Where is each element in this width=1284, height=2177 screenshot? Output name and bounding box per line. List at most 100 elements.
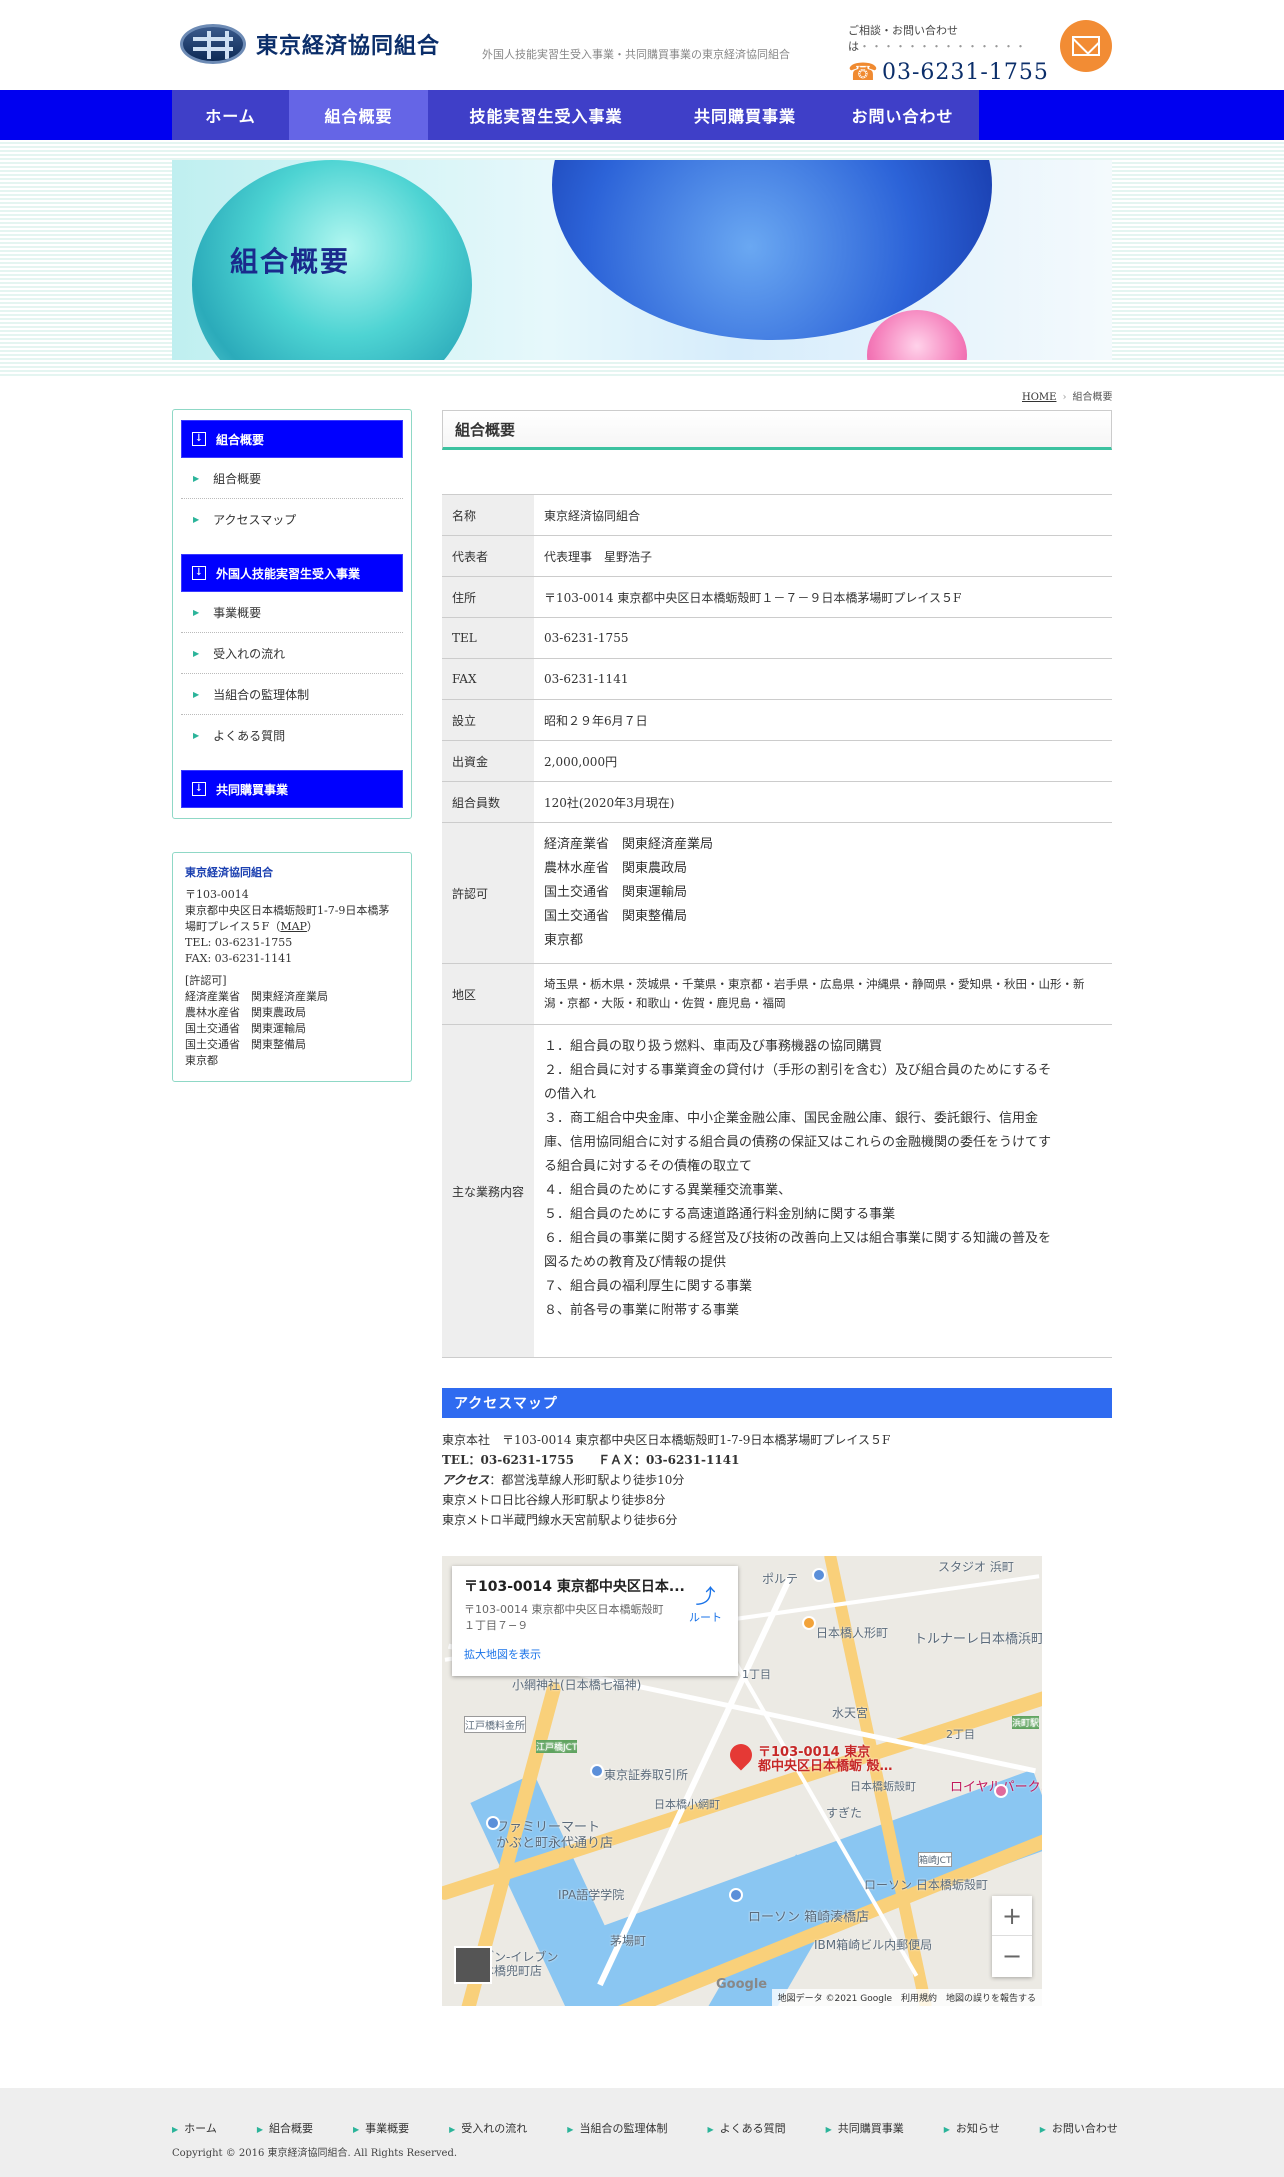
triangle-icon: ▶ [193,648,200,658]
info-map-link[interactable]: MAP [280,920,307,933]
nav-purchasing[interactable]: 共同購買事業 [664,90,826,140]
map-label: 小網神社(日本橋七福神) [512,1678,642,1692]
map-label: 水天宮 [832,1706,869,1720]
table-cell: 〒103-0014 東京都中央区日本橋蛎殻町１－７－９日本橋茅場町プレイス５F [544,590,962,605]
sidebar-section-label: 外国人技能実習生受入事業 [216,566,361,581]
nav-trainee[interactable]: 技能実習生受入事業 [428,90,664,140]
footer-link[interactable]: ▶ よくある質問 [707,2120,805,2136]
map-satellite-toggle[interactable] [454,1946,492,1984]
table-cell: 昭和２９年6月７日 [544,713,648,728]
google-logo: Google [716,1977,768,1992]
sidebar-section-purchasing[interactable]: ↓ 共同購買事業 [181,770,403,808]
mail-icon [1072,36,1100,56]
sidebar-section-label: 共同購買事業 [216,782,289,797]
map-poi-icon[interactable] [590,1764,604,1778]
org-name: 東京経済協同組合 [256,33,441,59]
table-header-cell: 代表者 [442,536,534,576]
info-license: 東京都 [185,1054,218,1067]
table-row: 名称 東京経済協同組合 [442,495,1112,536]
info-postal: 〒103-0014 [185,888,249,901]
map-label: 江戸橋JCT [536,1740,578,1753]
sidebar-item-label: 事業概要 [213,605,262,620]
map-marker-icon[interactable] [725,1739,757,1771]
sidebar-item-overview[interactable]: ▶ 事業概要 [181,592,403,633]
map-poi-icon[interactable] [812,1568,826,1582]
table-header-cell: FAX [442,659,534,699]
footer-link[interactable]: ▶ 当組合の監理体制 [567,2120,687,2136]
breadcrumb-current: 組合概要 [1072,392,1113,403]
sidebar-section-trainee[interactable]: ↓ 外国人技能実習生受入事業 [181,554,403,592]
footer-link[interactable]: ▶ お知らせ [944,2120,1020,2136]
map-poi-icon[interactable] [729,1888,743,1902]
footer-link[interactable]: ▶ 受入れの流れ [449,2120,547,2136]
footer-link[interactable]: ▶ ホーム [172,2120,237,2136]
map-attribution[interactable]: 地図データ ©2021 Google 利用規約 地図の誤りを報告する [771,1989,1042,2006]
table-cell: 代表理事 星野浩子 [544,549,653,564]
nav-contact[interactable]: お問い合わせ [826,90,979,140]
site-logo[interactable]: 東京経済協同組合 [180,24,440,64]
access-hq: 東京本社 〒103-0014 東京都中央区日本橋蛎殻町1-7-9日本橋茅場町プレ… [442,1433,891,1447]
table-header-cell: 許認可 [442,823,534,963]
footer-links: ▶ ホーム ▶ 組合概要 ▶ 事業概要 ▶ 受入れの流れ ▶ 当組合の監理体制 ▶ よくある… [172,2120,1158,2136]
map-poi-icon[interactable] [994,1784,1008,1798]
table-row: 代表者 代表理事 星野浩子 [442,536,1112,577]
footer-link[interactable]: ▶ 事業概要 [353,2120,429,2136]
sidebar-item-faq[interactable]: ▶ よくある質問 [181,715,403,756]
triangle-icon: ▶ [449,2125,456,2134]
triangle-icon: ▶ [707,2125,714,2134]
google-map[interactable]: 日本橋人形町 水天宮 東京証券取引所 日本橋小網町 ファミリーマート かぶと町永… [442,1556,1042,2006]
triangle-icon: ▶ [1039,2125,1046,2134]
arrow-down-icon: ↓ [192,432,206,446]
nav-about[interactable]: 組合概要 [289,90,428,140]
nav-home[interactable]: ホーム [172,90,289,140]
map-poi-icon[interactable] [802,1616,816,1630]
phone-number[interactable]: 03-6231-1755 [882,60,1049,85]
info-address: 東京都中央区日本橋蛎殻町1-7-9日本橋茅場町プレイス５F（MAP） [185,904,390,933]
breadcrumb-separator-icon: › [1062,392,1067,403]
main-content: 組合概要 名称 東京経済協同組合 代表者 代表理事 星野浩子 住所 〒103-0014… [442,410,1112,2006]
sidebar-item-about[interactable]: ▶ 組合概要 [181,458,403,499]
map-label: 日本橋人形町 [816,1626,889,1640]
map-place-card: 〒103-0014 東京都中央区日本... 〒103-0014 東京都中央区日本… [452,1566,738,1676]
info-license-head: [許認可] [185,974,227,987]
table-cell: 03-6231-1141 [544,672,629,686]
breadcrumb-home[interactable]: HOME [1022,392,1056,403]
phone-icon: ☎ [848,58,878,86]
footer-link[interactable]: ▶ 共同購買事業 [826,2120,924,2136]
info-license: 国土交通省 関東運輸局 [185,1022,306,1035]
map-place-address: 〒103-0014 東京都中央区日本橋蛎殻町１丁目７−９ [464,1603,664,1632]
site-header: 東京経済協同組合 外国人技能実習生受入事業・共同購買事業の東京経済協同組合 ご相… [0,0,1284,90]
sidebar-item-label: よくある質問 [213,729,286,743]
sidebar-item-access[interactable]: ▶ アクセスマップ [181,499,403,540]
map-route-button[interactable]: ⤴ ルート [689,1580,722,1625]
map-enlarge-link[interactable]: 拡大地図を表示 [464,1646,726,1662]
zoom-in-button[interactable]: + [992,1896,1032,1936]
sidebar-menu: ↓ 組合概要 ▶ 組合概要 ▶ アクセスマップ ↓ 外国人技能実習生受入事業 ▶ 事業概要… [172,409,412,819]
footer-link[interactable]: ▶ お問い合わせ [1040,2120,1138,2136]
hero-title: 組合概要 [230,245,351,278]
table-cell: 2,000,000円 [544,754,618,769]
sidebar-item-supervision[interactable]: ▶ 当組合の監理体制 [181,674,403,715]
table-cell: 東京経済協同組合 [544,508,641,523]
table-cell: 03-6231-1755 [544,631,629,645]
map-poi-icon[interactable] [486,1816,500,1830]
sidebar-item-flow[interactable]: ▶ 受入れの流れ [181,633,403,674]
map-label: 箱崎JCT [918,1852,953,1867]
info-license: 国土交通省 関東整備局 [185,1038,306,1051]
access-map-heading: アクセスマップ [442,1388,1112,1418]
sidebar-item-label: 組合概要 [213,471,262,486]
footer-link[interactable]: ▶ 組合概要 [257,2120,333,2136]
map-label: 江戸橋料金所 [464,1716,526,1733]
sidebar-section-about[interactable]: ↓ 組合概要 [181,420,403,458]
directions-icon: ⤴ [695,1584,716,1608]
zoom-out-button[interactable]: − [992,1936,1032,1976]
triangle-icon: ▶ [193,515,200,524]
triangle-icon: ▶ [193,607,200,617]
access-label: アクセス [442,1473,490,1487]
mail-button[interactable] [1060,20,1112,72]
map-zoom-controls: + − [992,1896,1032,1977]
sidebar-info-box: 東京経済協同組合 〒103-0014 東京都中央区日本橋蛎殻町1-7-9日本橋茅… [172,852,412,1082]
page-title: 組合概要 [442,410,1112,450]
table-row: 主な業務内容 １．組合員の取り扱う燃料、車両及び事務機器の協同購買 ２．組合員に… [442,1025,1112,1358]
arrow-down-icon: ↓ [192,782,206,796]
